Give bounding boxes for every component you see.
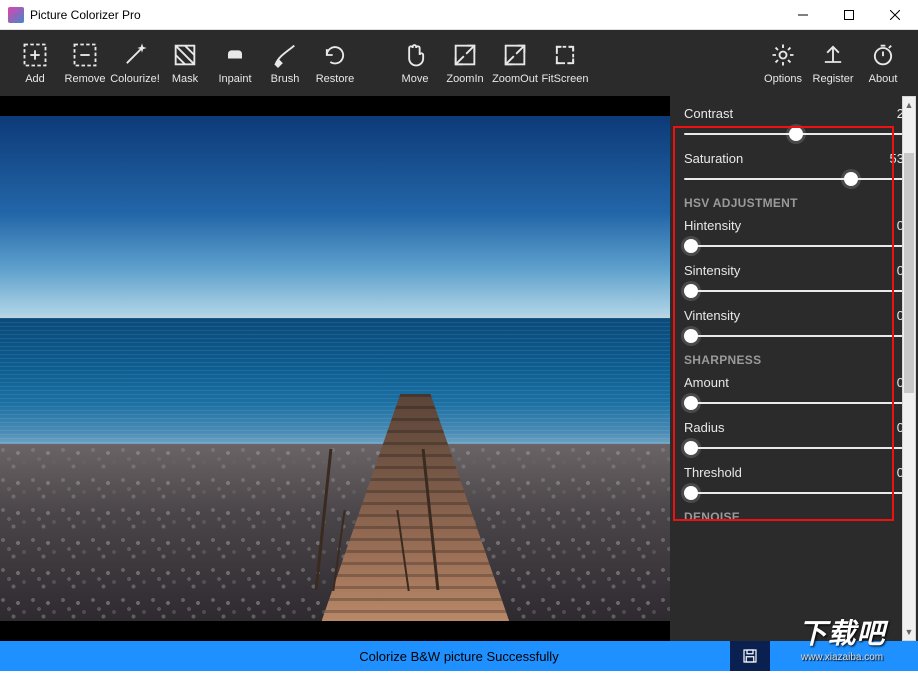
remove-icon [71,41,99,69]
threshold-control: Threshold0 [684,465,904,500]
wand-icon [121,41,149,69]
gear-icon [769,41,797,69]
brush-label: Brush [271,73,300,85]
contrast-label: Contrast [684,106,733,121]
vintensity-control: Vintensity0 [684,308,904,343]
amount-control: Amount0 [684,375,904,410]
upload-icon [819,41,847,69]
hsv-section-title: HSV ADJUSTMENT [684,196,904,210]
add-icon [21,41,49,69]
scrollbar-thumb[interactable] [904,153,914,393]
statusbar: Colorize B&W picture Successfully [0,641,918,671]
hintensity-label: Hintensity [684,218,741,233]
save-icon [741,647,759,665]
sintensity-control: Sintensity0 [684,263,904,298]
remove-label: Remove [65,73,106,85]
radius-slider[interactable] [684,441,904,455]
eraser-icon [221,41,249,69]
stopwatch-icon [869,41,897,69]
status-message: Colorize B&W picture Successfully [359,649,558,664]
about-button[interactable]: About [858,33,908,93]
zoomout-button[interactable]: ZoomOut [490,33,540,93]
close-button[interactable] [872,0,918,30]
fitscreen-label: FitScreen [541,73,588,85]
contrast-control: Contrast2 [684,106,904,141]
colourize-button[interactable]: Colourize! [110,33,160,93]
move-button[interactable]: Move [390,33,440,93]
amount-slider[interactable] [684,396,904,410]
zoomin-button[interactable]: ZoomIn [440,33,490,93]
zoom-out-icon [501,41,529,69]
hintensity-slider[interactable] [684,239,904,253]
hand-icon [401,41,429,69]
content: Contrast2 Saturation53 HSV ADJUSTMENT Hi… [0,96,918,641]
inpaint-label: Inpaint [218,73,251,85]
saturation-control: Saturation53 [684,151,904,186]
app-icon [8,7,24,23]
add-button[interactable]: Add [10,33,60,93]
undo-icon [321,41,349,69]
sintensity-label: Sintensity [684,263,740,278]
about-label: About [869,73,898,85]
inpaint-button[interactable]: Inpaint [210,33,260,93]
hintensity-control: Hintensity0 [684,218,904,253]
restore-button[interactable]: Restore [310,33,360,93]
radius-label: Radius [684,420,724,435]
register-label: Register [813,73,854,85]
fit-screen-icon [551,41,579,69]
register-button[interactable]: Register [808,33,858,93]
titlebar: Picture Colorizer Pro [0,0,918,30]
move-label: Move [402,73,429,85]
adjustments-panel: Contrast2 Saturation53 HSV ADJUSTMENT Hi… [670,96,918,641]
vintensity-slider[interactable] [684,329,904,343]
restore-label: Restore [316,73,355,85]
app-title: Picture Colorizer Pro [30,8,141,22]
sintensity-slider[interactable] [684,284,904,298]
zoom-in-icon [451,41,479,69]
minimize-button[interactable] [780,0,826,30]
maximize-button[interactable] [826,0,872,30]
image-canvas[interactable] [0,96,670,641]
denoise-section-title: DENOISE [684,510,904,524]
brush-icon [271,41,299,69]
brush-button[interactable]: Brush [260,33,310,93]
toolbar: Add Remove Colourize! Mask Inpaint Brush… [0,30,918,96]
amount-label: Amount [684,375,729,390]
colourize-label: Colourize! [110,73,160,85]
scroll-down-button[interactable]: ▼ [903,624,915,640]
mask-label: Mask [172,73,198,85]
add-label: Add [25,73,45,85]
zoomout-label: ZoomOut [492,73,538,85]
vintensity-label: Vintensity [684,308,740,323]
sharpness-section-title: SHARPNESS [684,353,904,367]
threshold-slider[interactable] [684,486,904,500]
fitscreen-button[interactable]: FitScreen [540,33,590,93]
mask-button[interactable]: Mask [160,33,210,93]
save-button[interactable] [730,641,770,671]
mask-icon [171,41,199,69]
threshold-label: Threshold [684,465,742,480]
saturation-slider[interactable] [684,172,904,186]
radius-control: Radius0 [684,420,904,455]
panel-scrollbar[interactable]: ▲ ▼ [902,96,916,641]
saturation-label: Saturation [684,151,743,166]
options-button[interactable]: Options [758,33,808,93]
contrast-slider[interactable] [684,127,904,141]
zoomin-label: ZoomIn [446,73,483,85]
remove-button[interactable]: Remove [60,33,110,93]
preview-image [0,116,670,621]
scroll-up-button[interactable]: ▲ [903,97,915,113]
options-label: Options [764,73,802,85]
